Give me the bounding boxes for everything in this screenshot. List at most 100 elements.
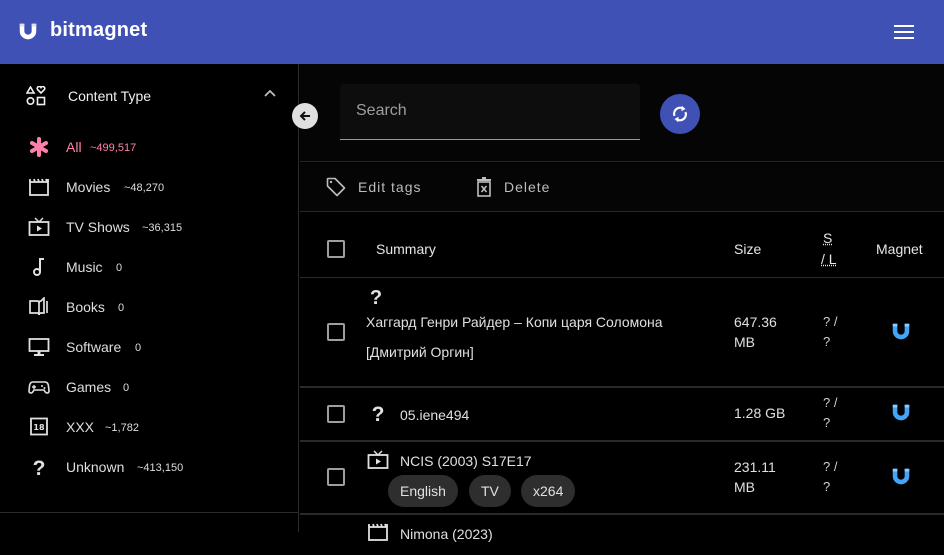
seeders-value: ? / bbox=[823, 395, 838, 410]
sidebar-item-books[interactable]: Books 0 bbox=[0, 287, 299, 327]
question-mark-icon: ? bbox=[372, 403, 385, 424]
sidebar-item-count: 0 bbox=[135, 342, 142, 354]
question-mark-icon: ? bbox=[370, 287, 382, 306]
sidebar-item-label: Movies bbox=[66, 179, 111, 195]
section-title: Content Type bbox=[68, 88, 152, 104]
leechers-value: ? bbox=[823, 334, 831, 349]
sidebar-item-xxx[interactable]: 18 XXX ~1,782 bbox=[0, 407, 299, 447]
app-title: bitmagnet bbox=[50, 19, 148, 41]
column-magnet: Magnet bbox=[876, 241, 923, 257]
sidebar: Content Type All ~499,517 Movies ~48,270 bbox=[0, 64, 299, 532]
category-shapes-icon bbox=[26, 86, 46, 106]
sidebar-item-label: XXX bbox=[66, 419, 95, 435]
column-summary[interactable]: Summary bbox=[376, 241, 436, 257]
sidebar-item-label: All bbox=[66, 139, 82, 155]
sidebar-item-label: Music bbox=[66, 259, 103, 275]
sidebar-item-music[interactable]: Music 0 bbox=[0, 247, 299, 287]
seeders-value: ? / bbox=[823, 314, 838, 329]
sidebar-item-movies[interactable]: Movies ~48,270 bbox=[0, 167, 299, 207]
svg-text:?: ? bbox=[372, 403, 385, 424]
torrent-size-unit: MB bbox=[734, 479, 755, 495]
sidebar-item-label: Books bbox=[66, 299, 105, 315]
torrent-size: 647.36 bbox=[734, 314, 777, 330]
torrent-title[interactable]: Хаггард Генри Райдер – Копи царя Соломон… bbox=[366, 312, 663, 332]
adult-18-icon: 18 bbox=[30, 417, 48, 436]
main-content: Edit tags Delete Summary Size S / L Magn… bbox=[300, 64, 944, 542]
magnet-link-icon[interactable] bbox=[890, 321, 912, 343]
sidebar-item-label: Unknown bbox=[66, 459, 125, 475]
column-size[interactable]: Size bbox=[734, 241, 761, 257]
sidebar-item-label: Software bbox=[66, 339, 122, 355]
delete-label: Delete bbox=[504, 179, 551, 195]
magnet-link-icon[interactable] bbox=[890, 466, 912, 488]
torrent-size: 231.11 bbox=[734, 459, 776, 475]
search-field[interactable] bbox=[340, 84, 640, 140]
svg-text:?: ? bbox=[33, 457, 46, 477]
torrent-size: 1.28 GB bbox=[734, 405, 786, 421]
svg-text:?: ? bbox=[370, 287, 382, 306]
delete-icon bbox=[477, 177, 491, 197]
monitor-icon bbox=[28, 338, 50, 356]
column-leechers: / L bbox=[821, 251, 837, 267]
search-input[interactable] bbox=[354, 102, 634, 120]
movie-clapper-icon bbox=[29, 178, 49, 196]
delete-button[interactable]: Delete bbox=[476, 175, 550, 199]
torrent-title[interactable]: Nimona (2023) bbox=[400, 524, 493, 544]
chevron-up-icon[interactable] bbox=[262, 86, 278, 102]
sidebar-item-count: 0 bbox=[116, 262, 123, 274]
magnet-link-icon[interactable] bbox=[890, 402, 912, 424]
arrow-left-icon bbox=[299, 111, 310, 121]
leechers-value: ? bbox=[823, 479, 831, 494]
sidebar-item-count: ~1,782 bbox=[105, 422, 139, 434]
select-all-checkbox[interactable] bbox=[327, 240, 345, 258]
torrent-title-continued[interactable]: [Дмитрий Оргин] bbox=[366, 342, 474, 362]
sidebar-item-count: 0 bbox=[118, 302, 125, 314]
torrent-title[interactable]: 05.iene494 bbox=[400, 405, 469, 425]
question-mark-icon: ? bbox=[33, 457, 46, 477]
tv-icon bbox=[367, 450, 389, 469]
movie-clapper-icon bbox=[368, 523, 388, 541]
tag-chip[interactable]: TV bbox=[469, 475, 511, 507]
tag-icon bbox=[326, 177, 346, 197]
refresh-button[interactable] bbox=[660, 94, 700, 134]
sidebar-item-games[interactable]: Games 0 bbox=[0, 367, 299, 407]
edit-tags-label: Edit tags bbox=[358, 179, 422, 195]
sidebar-item-count: 0 bbox=[123, 382, 130, 394]
refresh-icon bbox=[673, 105, 687, 123]
sidebar-item-tv-shows[interactable]: TV Shows ~36,315 bbox=[0, 207, 299, 247]
sidebar-item-all[interactable]: All ~499,517 bbox=[0, 127, 299, 167]
row-checkbox[interactable] bbox=[327, 468, 345, 486]
magnet-logo-icon bbox=[19, 23, 37, 40]
torrent-size-unit: MB bbox=[734, 334, 755, 350]
sidebar-item-count: ~499,517 bbox=[90, 142, 137, 154]
sidebar-item-software[interactable]: Software 0 bbox=[0, 327, 299, 367]
tag-chip[interactable]: English bbox=[388, 475, 458, 507]
book-icon bbox=[29, 297, 48, 316]
app-bar: bitmagnet bbox=[0, 0, 944, 64]
hamburger-menu-icon[interactable] bbox=[893, 24, 915, 40]
sidebar-item-label: TV Shows bbox=[66, 219, 130, 235]
leechers-value: ? bbox=[823, 415, 831, 430]
tag-chip[interactable]: x264 bbox=[521, 475, 576, 507]
table-row[interactable]: NCIS (2003) S17E17 English TV x264 231.1… bbox=[300, 442, 944, 515]
table-row[interactable]: ? Хаггард Генри Райдер – Копи царя Солом… bbox=[300, 278, 944, 388]
sidebar-item-unknown[interactable]: ? Unknown ~413,150 bbox=[0, 447, 299, 487]
music-note-icon bbox=[33, 258, 44, 276]
torrent-title[interactable]: NCIS (2003) S17E17 bbox=[400, 451, 532, 471]
content-type-section-header[interactable]: Content Type bbox=[0, 64, 299, 128]
seeders-value: ? / bbox=[823, 459, 838, 474]
table-row[interactable]: Nimona (2023) bbox=[300, 515, 944, 555]
row-checkbox[interactable] bbox=[327, 405, 345, 423]
sidebar-divider bbox=[0, 512, 299, 513]
asterisk-icon bbox=[30, 137, 48, 157]
edit-tags-button[interactable]: Edit tags bbox=[326, 175, 421, 199]
row-checkbox[interactable] bbox=[327, 323, 345, 341]
sidebar-item-count: ~413,150 bbox=[137, 462, 184, 474]
search-bar-area bbox=[300, 64, 944, 162]
collapse-sidebar-button[interactable] bbox=[292, 103, 318, 129]
sidebar-item-label: Games bbox=[66, 379, 112, 395]
table-row[interactable]: ? 05.iene494 1.28 GB ? / ? bbox=[300, 388, 944, 442]
bulk-actions-bar: Edit tags Delete bbox=[300, 163, 944, 212]
tv-icon bbox=[28, 217, 50, 236]
gamepad-icon bbox=[28, 381, 50, 394]
